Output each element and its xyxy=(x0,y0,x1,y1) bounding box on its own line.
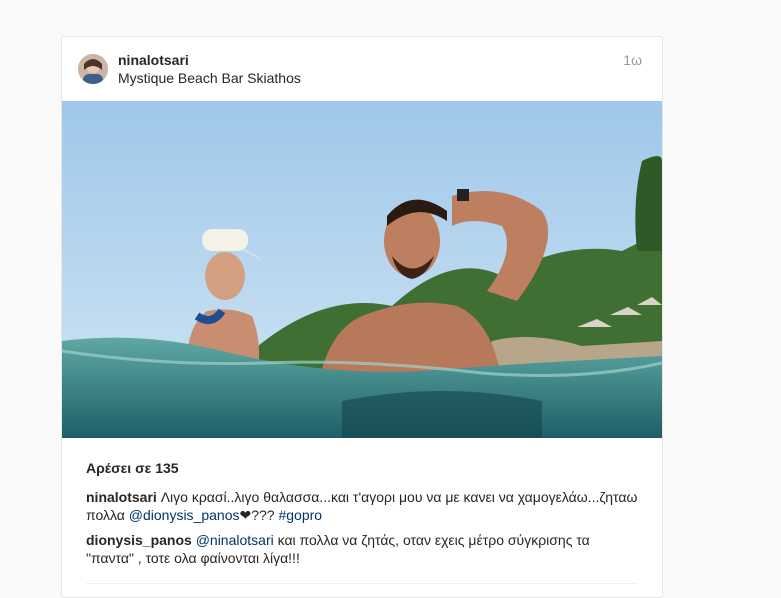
comment-text: ??? xyxy=(251,507,275,523)
post-card: ninalotsari Mystique Beach Bar Skiathos … xyxy=(61,36,663,598)
likes-count[interactable]: Αρέσει σε 135 xyxy=(86,460,638,476)
avatar[interactable] xyxy=(78,54,108,84)
divider xyxy=(86,583,638,584)
post-header: ninalotsari Mystique Beach Bar Skiathos … xyxy=(62,37,662,101)
heart-icon: ❤ xyxy=(239,507,252,523)
mention-link[interactable]: @dionysis_panos xyxy=(129,507,240,523)
post-info: Αρέσει σε 135 ninalotsari Λιγο κρασί..λι… xyxy=(86,460,638,574)
post-time[interactable]: 1ω xyxy=(623,52,642,68)
mention-link[interactable]: @ninalotsari xyxy=(196,532,274,548)
post-photo[interactable] xyxy=(62,101,662,438)
comment-username[interactable]: dionysis_panos xyxy=(86,532,192,548)
hashtag-link[interactable]: #gopro xyxy=(278,507,322,523)
post-username[interactable]: ninalotsari xyxy=(118,52,189,68)
comment-username[interactable]: ninalotsari xyxy=(86,489,157,505)
post-location[interactable]: Mystique Beach Bar Skiathos xyxy=(118,70,301,86)
reply-comment: dionysis_panos @ninalotsari και πολλα να… xyxy=(86,531,638,567)
caption-comment: ninalotsari Λιγο κρασί..λιγο θαλασσα...κ… xyxy=(86,488,638,524)
